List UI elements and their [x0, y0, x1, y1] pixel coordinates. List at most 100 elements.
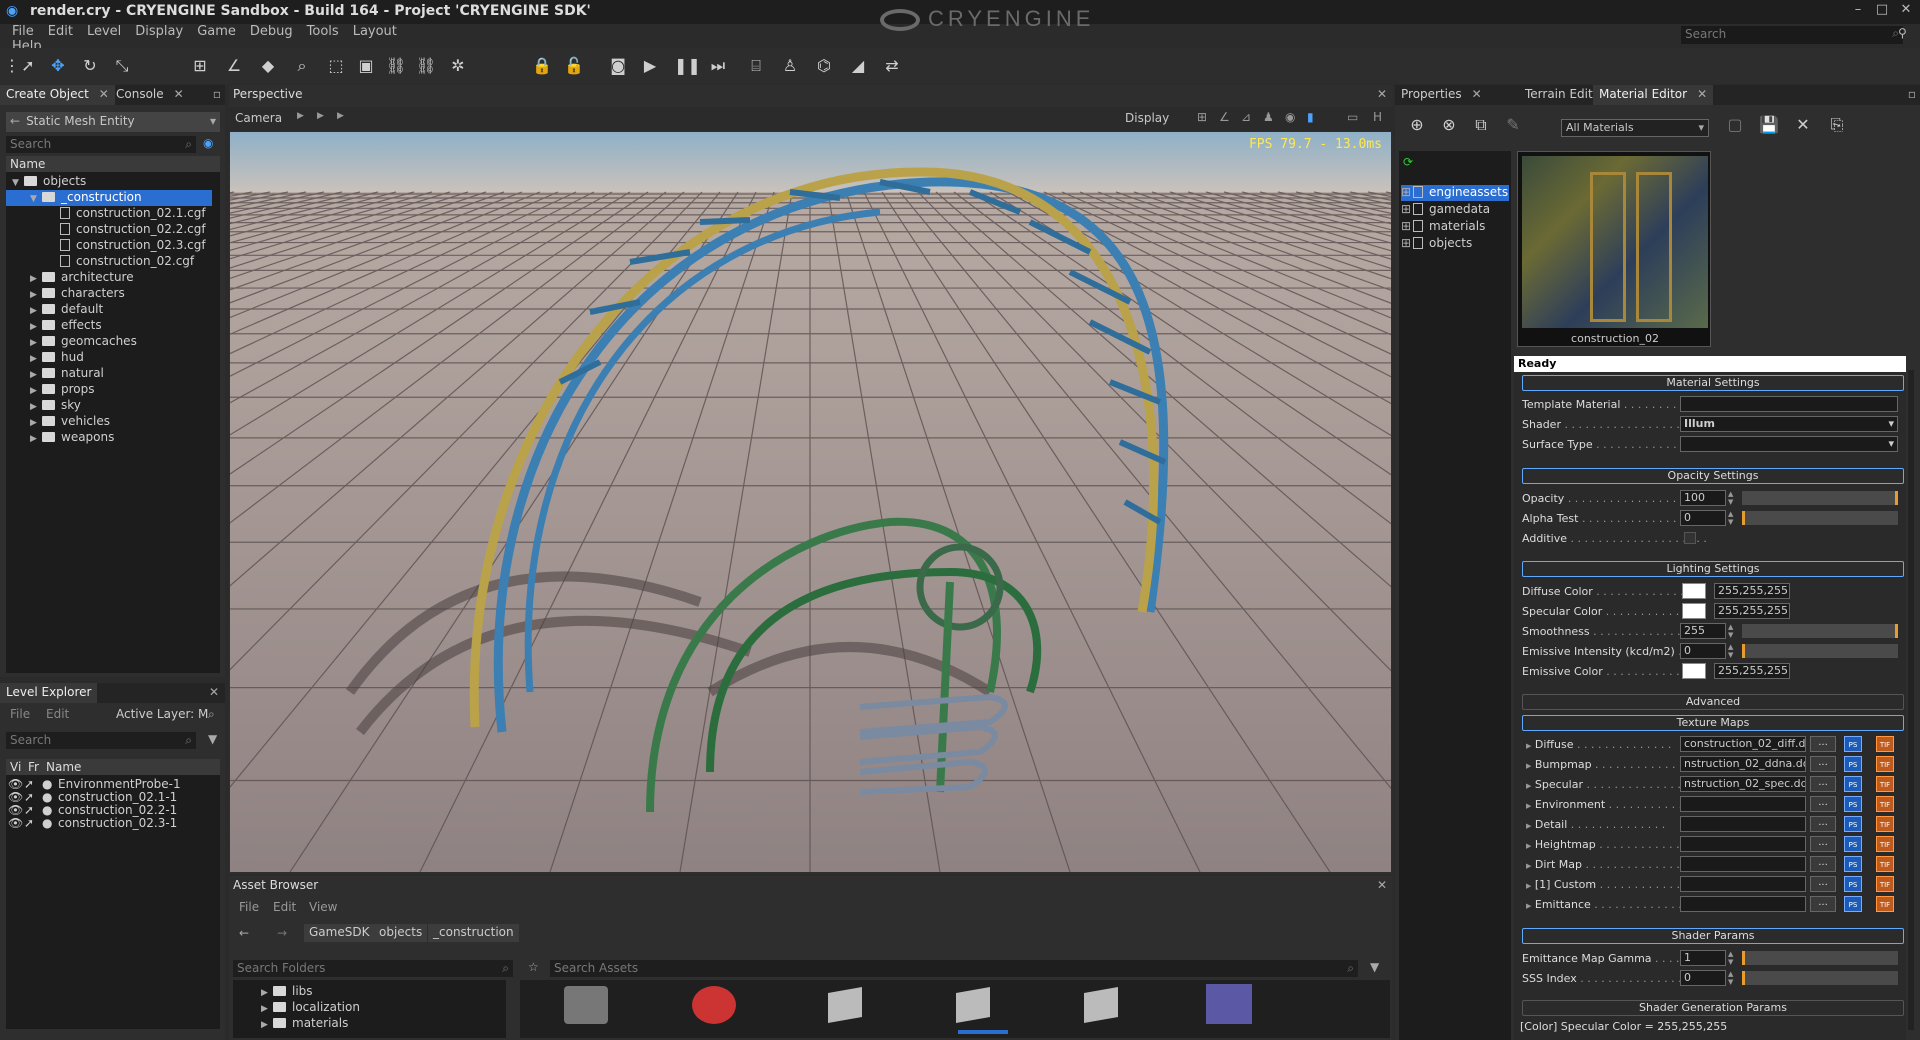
add-material-icon[interactable]: ⊕ — [1407, 115, 1427, 135]
tree-folder[interactable]: ▶ effects — [6, 318, 212, 334]
frame-icon[interactable]: ⌸ — [746, 56, 766, 76]
spinner-icon[interactable]: ▲ ▼ — [1728, 510, 1736, 526]
browse-button[interactable]: ... — [1810, 856, 1836, 872]
smoothness-slider[interactable] — [1742, 624, 1898, 638]
tif-icon[interactable]: TIF — [1876, 736, 1894, 752]
browse-button[interactable]: ... — [1810, 876, 1836, 892]
spinner-icon[interactable]: ▲ ▼ — [1728, 490, 1736, 506]
chevron-right-icon[interactable]: ▶ — [337, 111, 344, 121]
folder-materials[interactable]: ▶ materials — [261, 1016, 348, 1032]
tree-file[interactable]: construction_02.3.cgf — [6, 238, 212, 254]
asset-thumb-material[interactable] — [1206, 984, 1252, 1024]
emittance-gamma-slider[interactable] — [1742, 951, 1898, 965]
float-icon[interactable]: ▫ — [213, 87, 221, 101]
opacity-slider[interactable] — [1742, 491, 1898, 505]
tree-folder[interactable]: ▶ geomcaches — [6, 334, 212, 350]
favorite-star-icon[interactable]: ☆ — [528, 960, 539, 974]
play-icon[interactable]: ▶ — [640, 56, 660, 76]
spinner-icon[interactable]: ▲ ▼ — [1728, 950, 1736, 966]
spinner-icon[interactable]: ▲ ▼ — [1728, 623, 1736, 639]
tree-file[interactable]: construction_02.cgf — [6, 254, 212, 270]
emissive-color-input[interactable]: 255,255,255 — [1714, 663, 1790, 679]
level-menu-file[interactable]: File — [10, 707, 30, 721]
create-object-search-input[interactable]: Search ⌕ — [6, 136, 196, 153]
texture-path-input[interactable] — [1680, 796, 1806, 812]
menu-file[interactable]: File — [12, 24, 34, 39]
snap-terrain-icon[interactable]: ◆ — [258, 56, 278, 76]
rotate-tool-icon[interactable]: ↻ — [80, 56, 100, 76]
export-icon[interactable]: ⇄ — [882, 56, 902, 76]
arrow-right-icon[interactable]: ▶ — [297, 111, 304, 121]
spinner-icon[interactable]: ▲ ▼ — [1728, 970, 1736, 986]
filter-icon[interactable]: ▼ — [1370, 960, 1379, 974]
close-icon[interactable]: ✕ — [1377, 878, 1387, 892]
back-arrow-icon[interactable]: ← — [239, 926, 249, 940]
photoshop-icon[interactable]: PS — [1844, 756, 1862, 772]
brush-icon[interactable]: ▮ — [1307, 110, 1314, 124]
specular-color-swatch[interactable] — [1682, 603, 1706, 619]
terrain-icon[interactable]: ◢ — [848, 56, 868, 76]
tree-folder[interactable]: ▶ default — [6, 302, 212, 318]
maximize-viewport-icon[interactable]: ▭ — [1347, 110, 1358, 124]
camera-dropdown[interactable]: Camera — [235, 111, 282, 125]
section-shader-params[interactable]: Shader Params — [1522, 928, 1904, 944]
level-object-row[interactable]: 👁➚ ● construction_02.3-1 — [6, 816, 177, 832]
menu-tools[interactable]: Tools — [307, 24, 339, 39]
col-visible[interactable]: Vi — [10, 760, 21, 774]
browse-button[interactable]: ... — [1810, 836, 1836, 852]
pause-icon[interactable]: ❚❚ — [674, 56, 701, 76]
refresh-icon[interactable]: ⟳ — [1403, 155, 1413, 169]
menu-level[interactable]: Level — [87, 24, 121, 39]
browse-button[interactable]: ... — [1810, 736, 1836, 752]
alpha-test-input[interactable]: 0 — [1680, 510, 1726, 526]
forward-arrow-icon[interactable]: → — [277, 926, 287, 940]
lock-icon[interactable]: 🔒 — [532, 56, 552, 76]
asset-thumb-mesh[interactable] — [956, 987, 990, 1023]
texture-path-input[interactable] — [1680, 876, 1806, 892]
float-icon[interactable]: ▫ — [1908, 87, 1916, 101]
texture-path-input[interactable] — [1680, 836, 1806, 852]
material-filter-select[interactable]: All Materials ▾ — [1561, 119, 1709, 137]
tree-file[interactable]: construction_02.1.cgf — [6, 206, 212, 222]
person-icon[interactable]: ♟ — [1263, 110, 1274, 124]
tree-file[interactable]: construction_02.2.cgf — [6, 222, 212, 238]
menu-display[interactable]: Display — [135, 24, 183, 39]
col-frozen[interactable]: Fr — [28, 760, 39, 774]
tif-icon[interactable]: TIF — [1876, 756, 1894, 772]
alpha-test-slider[interactable] — [1742, 511, 1898, 525]
chart-icon[interactable]: ⊿ — [1241, 110, 1251, 124]
tab-console[interactable]: Console ✕ — [110, 85, 190, 105]
link-icon[interactable]: ⛓ — [386, 56, 406, 76]
snap-grid-icon[interactable]: ⊞ — [190, 56, 210, 76]
texture-path-input[interactable] — [1680, 816, 1806, 832]
eye-icon[interactable]: ◉ — [203, 136, 213, 150]
diffuse-color-input[interactable]: 255,255,255 — [1714, 583, 1790, 599]
photoshop-icon[interactable]: PS — [1844, 816, 1862, 832]
tif-icon[interactable]: TIF — [1876, 896, 1894, 912]
material-tree-item[interactable]: ⊞ materials — [1401, 219, 1509, 235]
clipboard-icon[interactable]: ⎘ — [1827, 115, 1847, 135]
template-material-input[interactable] — [1680, 396, 1898, 412]
tree-folder[interactable]: ▶ vehicles — [6, 414, 212, 430]
level-menu-edit[interactable]: Edit — [46, 707, 69, 721]
camera-icon[interactable]: ◙ — [608, 56, 628, 76]
diffuse-color-swatch[interactable] — [1682, 583, 1706, 599]
section-texture-maps[interactable]: Texture Maps — [1522, 715, 1904, 731]
sss-index-input[interactable]: 0 — [1680, 970, 1726, 986]
tree-folder[interactable]: ▶ props — [6, 382, 212, 398]
asset-thumb-texture[interactable] — [564, 986, 608, 1024]
chevron-right-icon[interactable]: ▶ — [317, 111, 324, 121]
display-dropdown[interactable]: Display — [1125, 111, 1169, 125]
tree-folder[interactable]: ▶ sky — [6, 398, 212, 414]
browse-button[interactable]: ... — [1810, 756, 1836, 772]
select-tool-icon[interactable]: ➚ — [18, 56, 38, 76]
grid-icon[interactable]: ⊞ — [1197, 110, 1207, 124]
unlock-icon[interactable]: 🔓 — [564, 56, 584, 76]
select-area-icon[interactable]: ⬚ — [326, 56, 346, 76]
snap-angle-icon[interactable]: ∠ — [224, 56, 244, 76]
entity-type-select[interactable]: ← Static Mesh Entity ▾ — [6, 112, 220, 132]
select-all-icon[interactable]: ▣ — [356, 56, 376, 76]
section-shader-generation[interactable]: Shader Generation Params — [1522, 1000, 1904, 1016]
delete-material-icon[interactable]: ⊗ — [1439, 115, 1459, 135]
tab-material-editor[interactable]: Material Editor ✕ — [1593, 85, 1714, 105]
